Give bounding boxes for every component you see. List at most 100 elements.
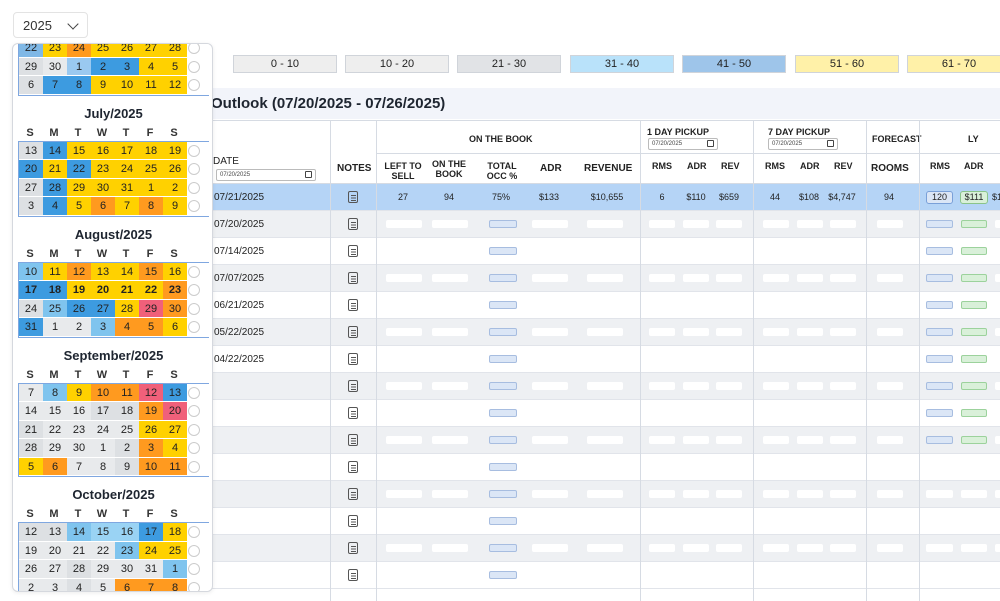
calendar-day[interactable]: 25	[91, 44, 115, 57]
calendar-day[interactable]: 4	[43, 197, 67, 215]
calendar-day[interactable]: 11	[115, 383, 139, 401]
notes-icon[interactable]	[348, 380, 358, 392]
calendar-day[interactable]: 23	[43, 44, 67, 57]
week-select-radio[interactable]	[188, 321, 200, 333]
notes-icon[interactable]	[348, 245, 358, 257]
week-select-radio[interactable]	[188, 386, 200, 399]
calendar-day[interactable]: 13	[163, 383, 187, 401]
calendar-day[interactable]: 8	[67, 76, 91, 94]
week-select-radio[interactable]	[188, 581, 200, 591]
calendar-day[interactable]: 25	[163, 541, 187, 559]
calendar-day[interactable]: 2	[91, 57, 115, 75]
calendar-day[interactable]: 19	[163, 141, 187, 159]
calendar-day[interactable]: 29	[67, 178, 91, 196]
week-select-radio[interactable]	[188, 544, 200, 557]
calendar-day[interactable]: 29	[91, 560, 115, 578]
calendar-day[interactable]: 8	[91, 457, 115, 475]
calendar-day[interactable]: 11	[43, 262, 67, 280]
calendar-day[interactable]: 23	[67, 420, 91, 438]
calendar-day[interactable]: 1	[67, 57, 91, 75]
calendar-day[interactable]: 19	[67, 281, 91, 299]
pickup7-date-field[interactable]: 07/20/2025	[768, 138, 838, 150]
calendar-day[interactable]: 3	[139, 439, 163, 457]
calendar-day[interactable]: 16	[163, 262, 187, 280]
notes-icon[interactable]	[348, 353, 358, 365]
calendar-day[interactable]: 23	[91, 160, 115, 178]
calendar-day[interactable]: 14	[67, 523, 91, 541]
calendar-day[interactable]: 29	[19, 57, 43, 75]
week-select-radio[interactable]	[188, 284, 200, 296]
notes-icon[interactable]	[348, 542, 358, 554]
calendar-day[interactable]: 1	[139, 178, 163, 196]
notes-icon[interactable]	[348, 218, 358, 230]
calendar-day[interactable]: 29	[43, 439, 67, 457]
week-select-radio[interactable]	[188, 163, 200, 175]
calendar-day[interactable]: 19	[139, 402, 163, 420]
calendar-day[interactable]: 22	[91, 541, 115, 559]
calendar-day[interactable]: 30	[67, 439, 91, 457]
calendar-day[interactable]: 13	[91, 262, 115, 280]
week-select-radio[interactable]	[188, 526, 200, 538]
notes-icon[interactable]	[348, 272, 358, 284]
calendar-day[interactable]: 9	[91, 76, 115, 94]
calendar-day[interactable]: 27	[163, 420, 187, 438]
calendar-day[interactable]: 1	[91, 439, 115, 457]
calendar-day[interactable]: 20	[43, 541, 67, 559]
week-select-radio[interactable]	[188, 423, 200, 436]
calendar-day[interactable]: 25	[139, 160, 163, 178]
calendar-day[interactable]: 15	[43, 402, 67, 420]
calendar-day[interactable]: 17	[139, 523, 163, 541]
calendar-day[interactable]: 5	[163, 57, 187, 75]
calendar-day[interactable]: 26	[19, 560, 43, 578]
calendar-day[interactable]: 24	[91, 420, 115, 438]
calendar-day[interactable]: 27	[91, 299, 115, 317]
calendar-day[interactable]: 25	[43, 299, 67, 317]
calendar-day[interactable]: 4	[115, 318, 139, 336]
calendar-day[interactable]: 23	[163, 281, 187, 299]
calendar-day[interactable]: 24	[139, 541, 163, 559]
calendar-day[interactable]: 6	[19, 76, 43, 94]
calendar-day[interactable]: 18	[43, 281, 67, 299]
calendar-day[interactable]: 24	[19, 299, 43, 317]
notes-icon[interactable]	[348, 569, 358, 581]
calendar-day[interactable]: 27	[43, 560, 67, 578]
calendar-day[interactable]: 28	[67, 560, 91, 578]
calendar-day[interactable]: 15	[139, 262, 163, 280]
calendar-day[interactable]: 13	[19, 141, 43, 159]
calendar-day[interactable]: 26	[115, 44, 139, 57]
year-select[interactable]: 2025	[13, 12, 88, 38]
calendar-day[interactable]: 3	[43, 578, 67, 591]
date-filter-field[interactable]: 07/20/2025	[216, 169, 316, 181]
calendar-day[interactable]: 24	[115, 160, 139, 178]
week-select-radio[interactable]	[188, 442, 200, 454]
calendar-day[interactable]: 5	[19, 457, 43, 475]
calendar-day[interactable]: 17	[91, 402, 115, 420]
calendar-day[interactable]: 17	[19, 281, 43, 299]
calendar-day[interactable]: 26	[139, 420, 163, 438]
calendar-day[interactable]: 28	[163, 44, 187, 57]
week-select-radio[interactable]	[188, 181, 200, 194]
calendar-day[interactable]: 11	[139, 76, 163, 94]
calendar-day[interactable]: 20	[163, 402, 187, 420]
calendar-day[interactable]: 4	[67, 578, 91, 591]
calendar-day[interactable]: 22	[139, 281, 163, 299]
calendar-day[interactable]: 10	[19, 262, 43, 280]
calendar-day[interactable]: 14	[115, 262, 139, 280]
calendar-day[interactable]: 31	[115, 178, 139, 196]
notes-icon[interactable]	[348, 515, 358, 527]
notes-icon[interactable]	[348, 299, 358, 311]
week-select-radio[interactable]	[188, 60, 200, 73]
week-select-radio[interactable]	[188, 302, 200, 315]
calendar-day[interactable]: 30	[43, 57, 67, 75]
calendar-day[interactable]: 6	[115, 578, 139, 591]
calendar-day[interactable]: 30	[163, 299, 187, 317]
calendar-day[interactable]: 29	[139, 299, 163, 317]
calendar-day[interactable]: 21	[43, 160, 67, 178]
calendar-day[interactable]: 7	[43, 76, 67, 94]
calendar-day[interactable]: 23	[115, 541, 139, 559]
calendar-day[interactable]: 7	[19, 383, 43, 401]
calendar-day[interactable]: 17	[115, 141, 139, 159]
week-select-radio[interactable]	[188, 563, 200, 575]
calendar-day[interactable]: 2	[67, 318, 91, 336]
calendar-day[interactable]: 12	[67, 262, 91, 280]
